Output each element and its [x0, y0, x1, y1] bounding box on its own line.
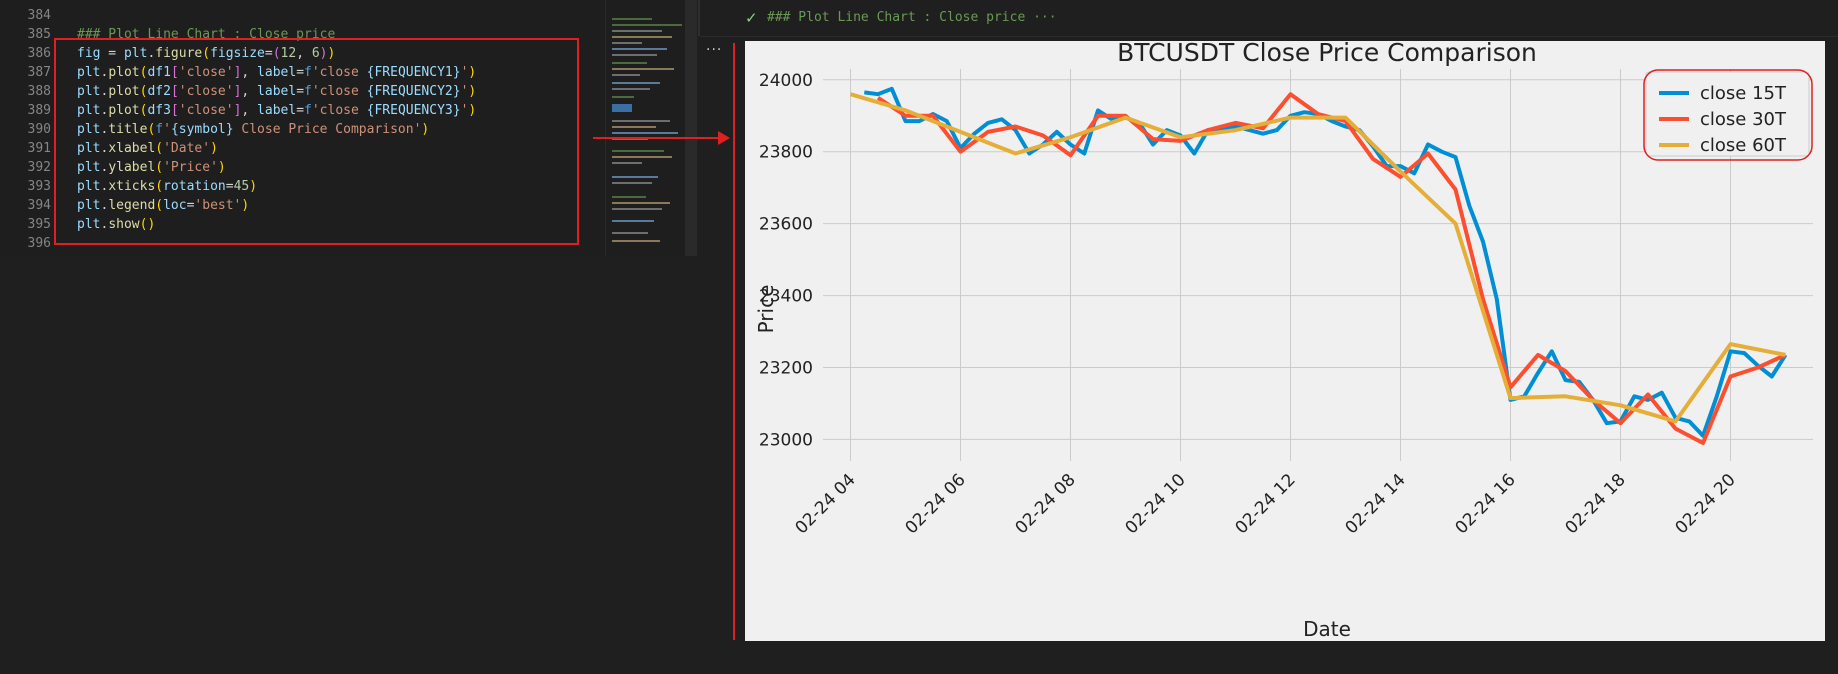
x-tick-label: 02-24 10 — [1122, 470, 1190, 538]
x-axis-label: Date — [1303, 617, 1351, 641]
legend-label: close 60T — [1700, 135, 1787, 156]
output-highlight-line — [733, 43, 735, 640]
x-tick-label: 02-24 18 — [1562, 470, 1630, 538]
x-tick-label: 02-24 06 — [902, 470, 970, 538]
editor-scrollbar[interactable] — [685, 0, 697, 256]
cell-output-title: ### Plot Line Chart : Close price ··· — [767, 10, 1057, 25]
line-number: 384 — [27, 8, 51, 23]
x-tick-label: 02-24 16 — [1452, 470, 1520, 538]
y-tick-label: 23200 — [759, 358, 813, 378]
line-chart: 230002320023400236002380024000 02-24 04 0… — [754, 38, 1813, 641]
x-tick-label: 02-24 20 — [1672, 470, 1740, 538]
code-highlight-box — [54, 38, 579, 245]
x-axis-ticks: 02-24 04 02-24 06 02-24 08 02-24 10 02-24 12… — [792, 470, 1740, 538]
chart-output-image: 23000 23200 23400 23600 23800 24000 02-24 04 0… — [745, 38, 1825, 641]
y-tick-label: 23600 — [759, 215, 813, 235]
check-icon: ✓ — [745, 9, 758, 27]
y-tick-label: 23000 — [759, 430, 813, 450]
annotation-arrow-head — [718, 131, 730, 145]
code-line[interactable]: 384 — [0, 6, 600, 25]
minimap-preview — [612, 18, 682, 242]
x-tick-label: 02-24 04 — [792, 470, 860, 538]
legend-label: close 15T — [1700, 83, 1787, 104]
y-axis-ticks: 230002320023400236002380024000 — [759, 71, 813, 451]
y-axis-label: Price — [754, 285, 778, 334]
y-tick-label: 24000 — [759, 71, 813, 91]
series-line-2 — [849, 92, 1786, 424]
x-tick-label: 02-24 12 — [1232, 470, 1300, 538]
chart-title: BTCUSDT Close Price Comparison — [1117, 41, 1537, 67]
x-tick-label: 02-24 14 — [1342, 470, 1410, 538]
more-actions-icon[interactable]: ··· — [706, 42, 722, 58]
y-tick-label: 23800 — [759, 143, 813, 163]
annotation-arrow-line — [593, 137, 727, 139]
minimap[interactable] — [605, 0, 696, 256]
chart-series-lines — [849, 86, 1788, 445]
chart-legend: close 15T close 30T close 60T — [1643, 69, 1813, 161]
legend-label: close 30T — [1700, 109, 1787, 130]
x-tick-label: 02-24 08 — [1012, 470, 1080, 538]
